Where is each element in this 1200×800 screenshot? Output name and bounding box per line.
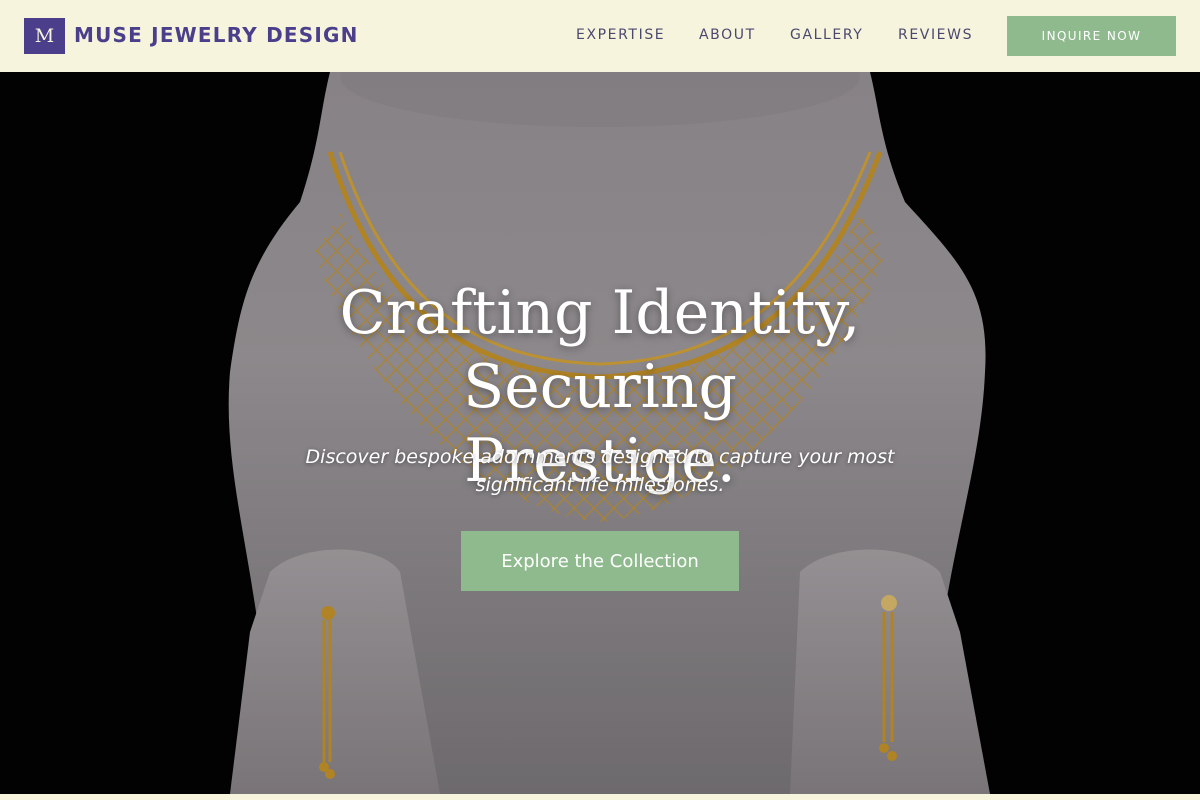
- hero-section: Crafting Identity, Securing Prestige. Di…: [0, 72, 1200, 794]
- explore-collection-button[interactable]: Explore the Collection: [461, 531, 739, 591]
- hero-subtitle: Discover bespoke adornments designed to …: [270, 443, 930, 499]
- hero-subtitle-line-1: Discover bespoke adornments designed to …: [305, 446, 895, 468]
- nav-reviews[interactable]: REVIEWS: [898, 27, 973, 43]
- nav-expertise[interactable]: EXPERTISE: [576, 27, 665, 43]
- brand-name[interactable]: MUSE JEWELRY DESIGN: [74, 23, 359, 47]
- hero-subtitle-line-2: significant life milestones.: [475, 474, 725, 496]
- inquire-now-button[interactable]: INQUIRE NOW: [1007, 16, 1176, 56]
- hero-title-line-1: Crafting Identity, Securing: [339, 278, 861, 422]
- nav-gallery[interactable]: GALLERY: [790, 27, 863, 43]
- page-bottom-strip: [0, 794, 1200, 800]
- site-header: M MUSE JEWELRY DESIGN EXPERTISE ABOUT GA…: [0, 0, 1200, 72]
- logo-mark[interactable]: M: [24, 18, 65, 54]
- nav-about[interactable]: ABOUT: [699, 27, 756, 43]
